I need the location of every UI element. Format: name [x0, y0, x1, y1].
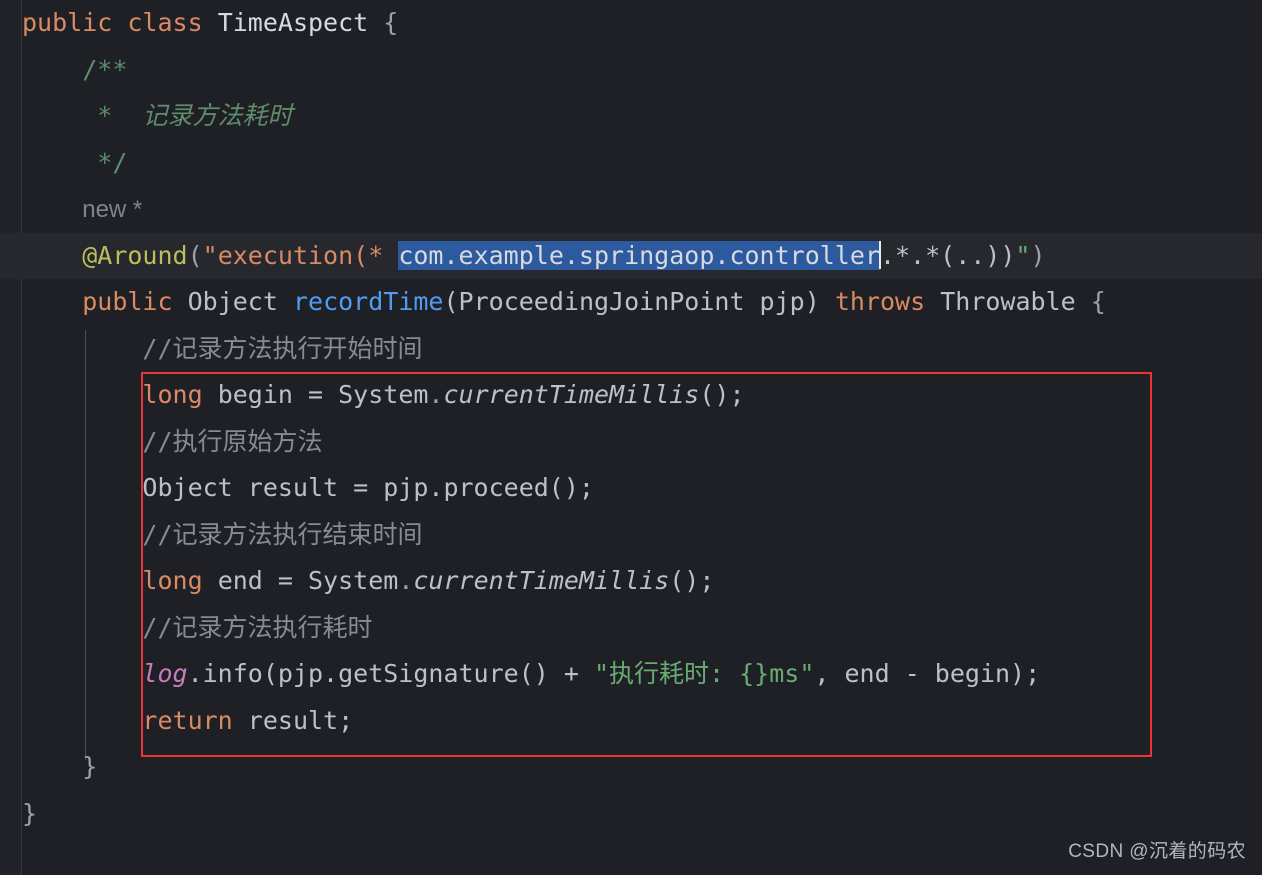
token-comment: //记录方法执行开始时间 — [142, 333, 423, 363]
code-editor[interactable]: public class TimeAspect { /** * 记录方法耗时 *… — [0, 0, 1262, 875]
code-content[interactable]: public class TimeAspect { /** * 记录方法耗时 *… — [0, 0, 1262, 837]
token-comment: //执行原始方法 — [142, 426, 323, 456]
code-line[interactable]: return result; — [0, 698, 1262, 745]
token-static-call: currentTimeMillis — [443, 380, 700, 409]
token-statement: Object result = pjp.proceed(); — [142, 473, 594, 502]
selected-text[interactable]: com.example.springaop.controller — [398, 240, 880, 270]
token-tail: (); — [669, 566, 715, 595]
token-class-name: TimeAspect — [217, 8, 369, 37]
token-paren-close: ) — [1030, 240, 1046, 270]
code-line-ghost[interactable]: new * — [0, 186, 1262, 233]
token-brace: { — [1090, 287, 1106, 316]
code-line-current[interactable]: @Around("execution(* com.example.springa… — [0, 232, 1262, 279]
token-field-log: log — [142, 659, 188, 688]
token-keyword: return — [142, 705, 233, 735]
token-javadoc-text: 记录方法耗时 — [142, 101, 293, 130]
token-paren: ( — [187, 240, 203, 270]
code-line[interactable]: //记录方法执行耗时 — [0, 605, 1262, 652]
token-keyword: public — [22, 8, 113, 37]
token-class-ref: System — [308, 566, 399, 595]
code-line[interactable]: long begin = System.currentTimeMillis(); — [0, 372, 1262, 419]
code-line[interactable]: //执行原始方法 — [0, 419, 1262, 466]
code-line[interactable]: public Object recordTime(ProceedingJoinP… — [0, 279, 1262, 326]
token-brace: } — [22, 798, 38, 828]
token-var: result; — [232, 705, 354, 735]
code-line[interactable]: } — [0, 791, 1262, 838]
code-line[interactable]: log.info(pjp.getSignature() + "执行耗时: {}m… — [0, 651, 1262, 698]
token-comment: //记录方法执行耗时 — [142, 612, 373, 642]
token-exception-type: Throwable — [940, 287, 1076, 316]
token-class-ref: System — [338, 380, 429, 409]
token-javadoc-star: * — [97, 101, 113, 130]
inlay-hint-text: new * — [82, 196, 143, 223]
token-dot: . — [398, 566, 414, 595]
code-line[interactable]: //记录方法执行开始时间 — [0, 326, 1262, 373]
token-javadoc-open: /** — [82, 54, 128, 84]
code-line[interactable]: */ — [0, 140, 1262, 187]
code-line[interactable]: long end = System.currentTimeMillis(); — [0, 558, 1262, 605]
token-call: .info(pjp.getSignature() + — [187, 659, 594, 688]
token-comment: //记录方法执行结束时间 — [142, 519, 423, 549]
token-keyword-throws: throws — [834, 287, 926, 316]
code-line[interactable]: } — [0, 744, 1262, 791]
code-line[interactable]: * 记录方法耗时 — [0, 93, 1262, 140]
token-annotation: @Around — [82, 240, 188, 270]
token-dot: . — [428, 380, 444, 409]
code-line[interactable]: /** — [0, 47, 1262, 94]
token-var: end = — [202, 566, 308, 595]
token-params: (ProceedingJoinPoint pjp) — [443, 287, 820, 316]
token-javadoc-close: */ — [97, 147, 128, 177]
token-brace: { — [383, 8, 399, 37]
token-brace: } — [82, 752, 98, 781]
token-keyword: long — [142, 566, 203, 595]
token-keyword: public — [82, 287, 173, 316]
token-quote-close: " — [1015, 240, 1031, 270]
token-method-name: recordTime — [292, 287, 444, 316]
token-args: , end - begin); — [814, 659, 1041, 688]
token-type: Object — [187, 287, 278, 316]
token-tail: (); — [699, 380, 745, 409]
token-string-tail: .*.*(..)) — [879, 240, 1016, 270]
code-line[interactable]: public class TimeAspect { — [0, 0, 1262, 47]
watermark: CSDN @沉着的码农 — [1068, 841, 1246, 862]
token-keyword: long — [142, 380, 203, 409]
code-line[interactable]: Object result = pjp.proceed(); — [0, 465, 1262, 512]
code-line[interactable]: //记录方法执行结束时间 — [0, 512, 1262, 559]
token-string-literal: "执行耗时: {}ms" — [593, 659, 815, 688]
token-static-call: currentTimeMillis — [413, 566, 670, 595]
token-keyword: class — [127, 8, 203, 37]
token-var: begin = — [202, 380, 339, 409]
token-string-head: "execution(* — [202, 240, 399, 270]
